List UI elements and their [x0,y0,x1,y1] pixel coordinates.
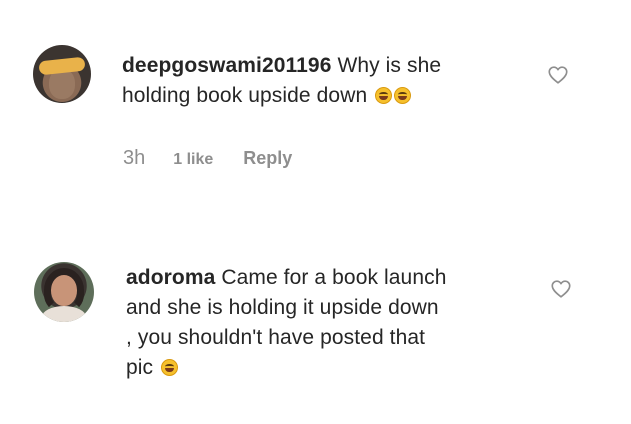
reply-button[interactable]: Reply [243,148,292,169]
comment-body: Why is she [337,54,442,77]
comment-username[interactable]: adoroma [126,266,215,289]
comment-item: adoroma Came for a book launch and she i… [0,200,631,424]
comment-line: adoroma Came for a book launch [126,263,526,293]
comment-line: deepgoswami201196 Why is she [122,51,522,81]
comment-line: and she is holding it upside down [126,296,439,319]
comment-line: holding book upside down [122,81,522,111]
comment-line: , you shouldn't have posted that [126,326,426,349]
comment-text: adoroma Came for a book launch and she i… [126,263,526,383]
comment-line: pic [126,353,526,383]
avatar[interactable] [34,262,94,322]
comment-like-count[interactable]: 1 like [173,151,213,169]
avatar[interactable] [33,45,91,103]
grinning-squinting-face-icon [375,87,393,104]
comment-meta: 3h 1 like Reply [123,147,292,170]
comment-body: pic [126,356,154,379]
heart-icon[interactable] [550,278,572,300]
avatar-headband [38,56,86,76]
comment-item: deepgoswami201196 Why is she holding boo… [0,0,631,200]
comment-body: holding book upside down [122,84,368,107]
grinning-squinting-face-icon [161,359,179,376]
heart-icon[interactable] [547,64,569,86]
comment-username[interactable]: deepgoswami201196 [122,54,332,77]
avatar-hair [44,268,84,312]
comment-body: Came for a book launch [221,266,447,289]
comment-text: deepgoswami201196 Why is she holding boo… [122,51,522,111]
grinning-squinting-face-icon [394,87,412,104]
comment-timestamp: 3h [123,147,146,169]
